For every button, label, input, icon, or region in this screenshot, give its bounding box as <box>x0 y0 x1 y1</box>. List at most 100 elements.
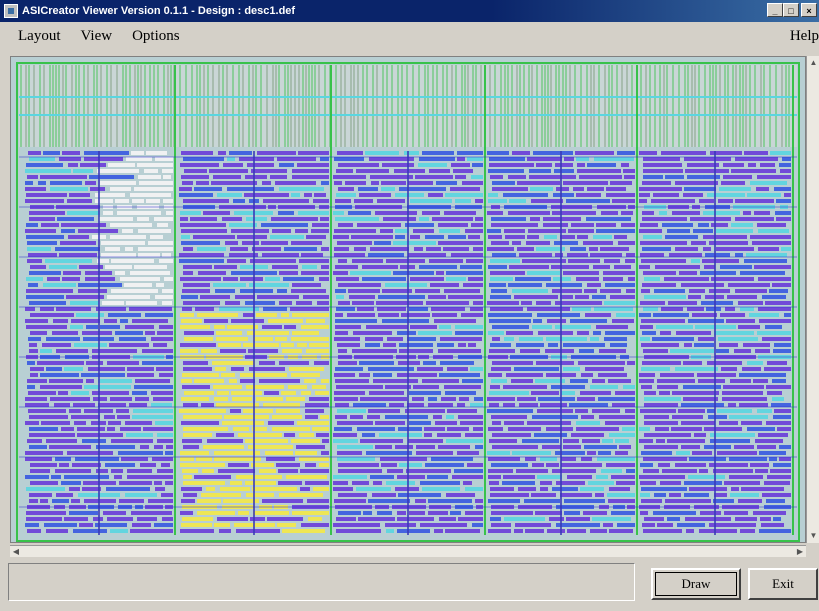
standard-cell <box>201 403 214 407</box>
standard-cell <box>182 385 210 389</box>
standard-cell <box>200 295 230 299</box>
standard-cell <box>116 409 129 413</box>
standard-cell <box>414 247 423 251</box>
standard-cell <box>621 211 633 215</box>
standard-cell <box>610 181 632 185</box>
standard-cell <box>211 181 257 185</box>
scroll-right-icon[interactable]: ▶ <box>794 546 806 557</box>
exit-button[interactable]: Exit <box>748 568 818 600</box>
standard-cell <box>577 235 588 239</box>
standard-cell <box>575 151 614 155</box>
standard-cell <box>665 499 711 503</box>
standard-cell <box>529 169 551 173</box>
title-bar[interactable]: ASICreator Viewer Version 0.1.1 - Design… <box>0 0 819 22</box>
standard-cell <box>137 517 157 521</box>
standard-cell <box>537 313 580 317</box>
standard-cell <box>25 199 64 203</box>
standard-cell <box>333 487 353 491</box>
standard-cell <box>487 229 501 233</box>
standard-cell <box>27 439 42 443</box>
standard-cell <box>678 409 705 413</box>
standard-cell <box>465 433 483 437</box>
standard-cell <box>641 487 687 491</box>
standard-cell <box>525 457 536 461</box>
standard-cell <box>333 523 380 527</box>
standard-cell <box>373 379 418 383</box>
standard-cell <box>81 373 125 377</box>
standard-cell <box>336 295 344 299</box>
standard-cell <box>132 319 168 323</box>
standard-cell <box>689 457 726 461</box>
standard-cell <box>639 475 685 479</box>
close-button[interactable]: × <box>801 3 817 17</box>
maximize-button[interactable]: □ <box>783 3 799 17</box>
standard-cell <box>435 421 457 425</box>
standard-cell <box>533 319 542 323</box>
menu-options[interactable]: Options <box>132 28 180 45</box>
standard-cell <box>592 379 605 383</box>
standard-cell <box>488 373 502 377</box>
standard-cell <box>431 457 473 461</box>
standard-cell <box>590 385 618 389</box>
standard-cell <box>236 475 282 479</box>
standard-cell <box>490 271 525 275</box>
standard-cell <box>184 337 213 341</box>
standard-cell <box>596 229 635 233</box>
menu-help[interactable]: Help <box>790 28 819 45</box>
standard-cell <box>741 421 762 425</box>
standard-cell <box>608 379 631 383</box>
standard-cell <box>595 493 604 497</box>
standard-cell <box>337 409 366 413</box>
standard-cell <box>238 433 282 437</box>
standard-cell <box>492 433 531 437</box>
menu-view[interactable]: View <box>81 28 113 45</box>
standard-cell <box>316 433 329 437</box>
standard-cell <box>769 457 777 461</box>
standard-cell <box>62 151 80 155</box>
layout-canvas[interactable] <box>10 56 806 543</box>
standard-cell <box>600 247 629 251</box>
standard-cell <box>587 451 596 455</box>
standard-cell <box>689 487 727 491</box>
vertical-scrollbar[interactable]: ▲ ▼ <box>806 56 819 543</box>
standard-cell <box>709 523 756 527</box>
chip-layout-view[interactable] <box>11 57 806 543</box>
standard-cell <box>492 325 529 329</box>
standard-cell <box>213 283 246 287</box>
draw-button[interactable]: Draw <box>651 568 741 600</box>
standard-cell <box>688 319 724 323</box>
standard-cell <box>268 421 294 425</box>
menu-bar: Layout View Options Help <box>0 22 819 50</box>
standard-cell <box>415 499 426 503</box>
standard-cell <box>183 247 193 251</box>
standard-cell <box>489 439 517 443</box>
standard-cell <box>657 385 678 389</box>
standard-cell <box>473 301 483 305</box>
standard-cell <box>352 301 374 305</box>
standard-cell <box>776 199 791 203</box>
standard-cell <box>315 391 329 395</box>
standard-cell <box>26 487 65 491</box>
standard-cell <box>46 337 80 341</box>
minimize-button[interactable]: _ <box>767 3 783 17</box>
standard-cell <box>644 517 664 521</box>
menu-layout[interactable]: Layout <box>18 28 61 45</box>
horizontal-scrollbar[interactable]: ◀ ▶ <box>10 545 806 557</box>
standard-cell <box>183 415 222 419</box>
scroll-up-icon[interactable]: ▲ <box>809 58 818 68</box>
standard-cell <box>407 403 424 407</box>
standard-cell <box>600 289 621 293</box>
standard-cell <box>465 229 483 233</box>
standard-cell <box>166 445 173 449</box>
standard-cell <box>522 439 559 443</box>
standard-cell <box>547 319 566 323</box>
standard-cell <box>126 157 152 161</box>
standard-cell <box>526 241 550 245</box>
standard-cell <box>457 451 479 455</box>
standard-cell <box>180 325 210 329</box>
scroll-down-icon[interactable]: ▼ <box>809 531 818 541</box>
standard-cell <box>64 475 109 479</box>
scroll-left-icon[interactable]: ◀ <box>10 546 22 557</box>
standard-cell <box>62 277 80 281</box>
standard-cell <box>58 391 68 395</box>
